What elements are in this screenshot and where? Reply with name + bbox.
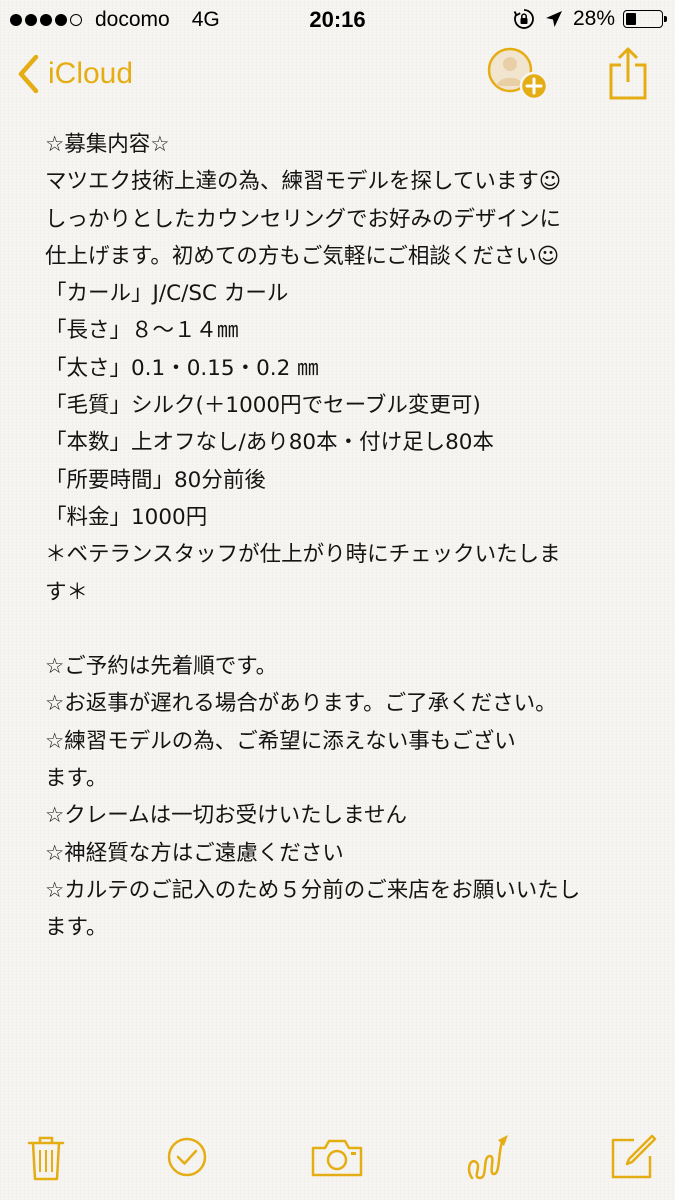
checklist-icon — [167, 1137, 207, 1177]
note-line: ます。 — [45, 766, 108, 792]
note-line: ☆ご予約は先着順です。 — [45, 654, 278, 680]
nav-bar: iCloud — [0, 40, 675, 116]
sketch-button[interactable] — [464, 1132, 512, 1188]
compose-icon — [611, 1134, 657, 1179]
note-line: ☆練習モデルの為、ご希望に添えない事もござい — [45, 728, 516, 754]
compose-button[interactable] — [608, 1132, 658, 1186]
note-line: 「本数」上オフなし/あり80本・付け足し80本 — [45, 430, 494, 456]
sketch-icon — [467, 1135, 508, 1180]
share-icon — [609, 47, 647, 100]
note-line: 「カール」J/C/SC カール — [45, 281, 289, 307]
location-arrow-icon — [545, 11, 562, 27]
note-line: 「太さ」0.1・0.15・0.2 ㎜ — [45, 355, 319, 381]
note-line — [45, 611, 645, 648]
back-button[interactable]: iCloud — [16, 54, 133, 94]
status-bar: docomo 4G 20:16 28% — [0, 0, 675, 40]
add-person-icon — [487, 47, 549, 101]
note-body[interactable]: ☆募集内容☆ マツエク技術上達の為、練習モデルを探しています☺ しっかりとしたカ… — [45, 126, 645, 947]
note-line: す＊ — [45, 579, 89, 605]
battery-icon — [623, 10, 667, 28]
chevron-left-icon — [18, 54, 39, 94]
note-line: 仕上げます。初めての方もご気軽にご相談ください☺ — [45, 243, 560, 269]
note-line: ☆募集内容☆ — [45, 132, 170, 157]
note-line: マツエク技術上達の為、練習モデルを探しています☺ — [45, 169, 562, 195]
note-line: ☆カルテのご記入のため５分前のご来店をお願いいたし — [45, 877, 581, 903]
status-right: 28% — [513, 7, 667, 31]
note-line: 「毛質」シルク(＋1000円でセーブル変更可) — [45, 393, 481, 419]
note-line: ☆クレームは一切お受けいたしません — [45, 803, 407, 829]
share-button[interactable] — [606, 46, 650, 102]
note-line: 「料金」1000円 — [45, 504, 208, 530]
battery-percent: 28% — [572, 7, 615, 30]
note-line: ☆神経質な方はご遠慮ください — [45, 840, 344, 866]
add-person-button[interactable] — [486, 46, 552, 104]
note-line: 「所要時間」80分前後 — [45, 467, 266, 493]
checklist-button[interactable] — [166, 1136, 208, 1182]
back-label: iCloud — [48, 57, 134, 90]
delete-button[interactable] — [26, 1134, 66, 1186]
note-line: ます。 — [45, 915, 108, 941]
rotation-lock-icon — [513, 9, 534, 29]
battery-level — [626, 13, 636, 25]
camera-button[interactable] — [310, 1138, 364, 1182]
note-line: ☆お返事が遅れる場合があります。ご了承ください。 — [45, 691, 557, 717]
bottom-toolbar — [0, 1110, 675, 1200]
note-line: ＊ベテランスタッフが仕上がり時にチェックいたしま — [45, 542, 561, 568]
trash-icon — [27, 1136, 65, 1181]
note-line: 「長さ」８〜１４㎜ — [45, 318, 239, 344]
camera-icon — [311, 1139, 363, 1177]
note-line: しっかりとしたカウンセリングでお好みのデザインに — [45, 206, 562, 232]
